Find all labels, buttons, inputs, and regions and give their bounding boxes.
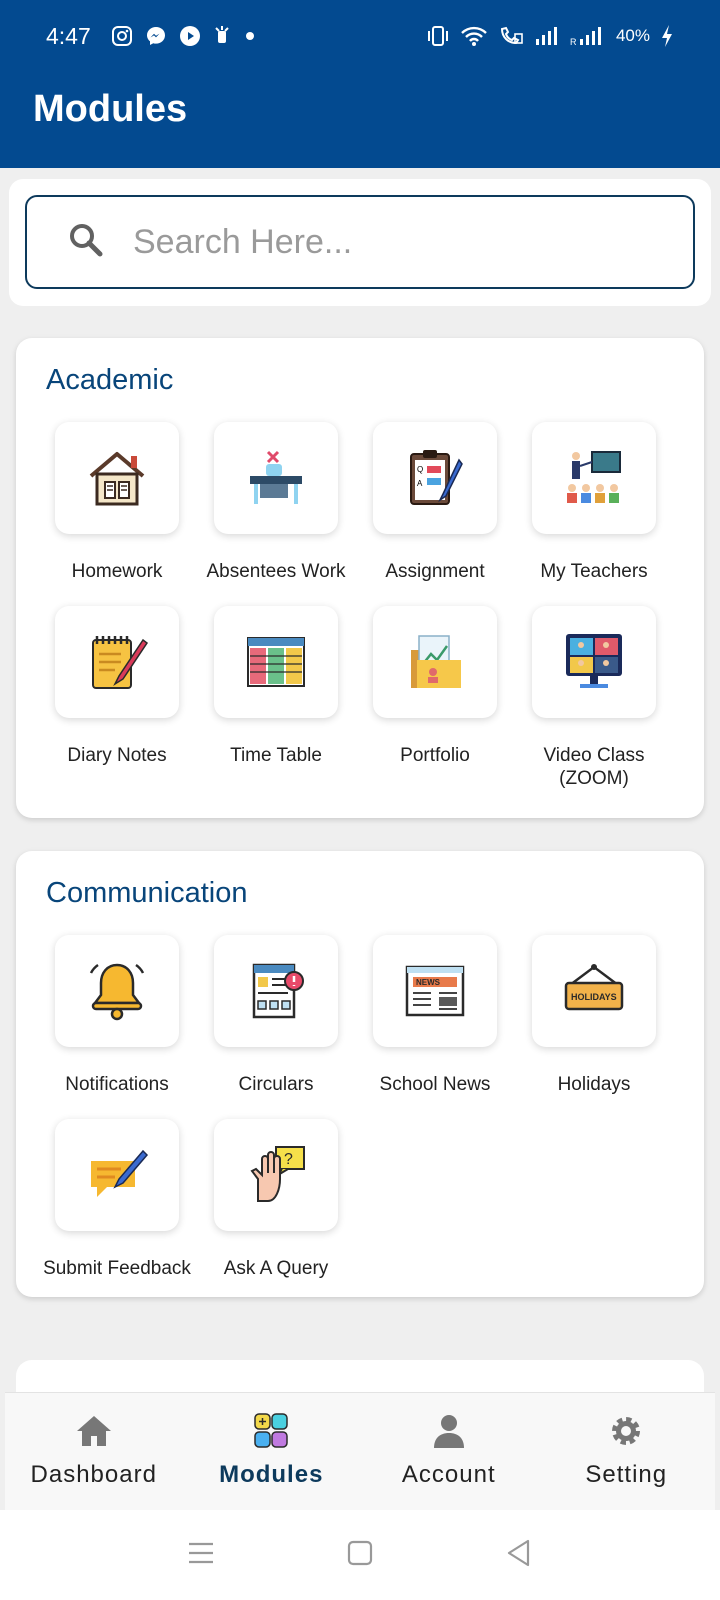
module-label: Portfolio (400, 745, 470, 766)
module-label: Notifications (65, 1074, 169, 1095)
status-bar: 4:47 R 40% (0, 18, 720, 54)
search-input[interactable] (133, 222, 613, 262)
section-academic: Academic Homework Absentees Work QA Assi… (16, 338, 704, 818)
svg-text:NEWS: NEWS (416, 978, 441, 987)
app-header: 4:47 R 40% Modules (0, 0, 720, 168)
teacher-class-icon (567, 451, 621, 503)
module-label: Homework (71, 561, 163, 582)
video-call-icon (566, 634, 622, 688)
module-time-table[interactable]: Time Table (195, 606, 357, 767)
search-icon (67, 221, 105, 264)
module-homework[interactable]: Homework (36, 422, 198, 583)
module-video-class[interactable]: Video Class (ZOOM) (513, 606, 675, 790)
nav-setting[interactable]: Setting (538, 1393, 716, 1510)
module-label: Absentees Work (206, 561, 346, 582)
signal-icon (534, 25, 560, 47)
module-label: Assignment (385, 561, 485, 582)
battery-level: 40% (615, 26, 650, 45)
module-label: Ask A Query (223, 1258, 329, 1279)
module-absentees-work[interactable]: Absentees Work (195, 422, 357, 583)
module-label: Submit Feedback (43, 1258, 191, 1279)
svg-text:R: R (570, 37, 577, 47)
house-book-icon (89, 452, 145, 506)
module-label: Diary Notes (67, 745, 167, 766)
svg-text:A: A (417, 479, 423, 488)
module-diary-notes[interactable]: Diary Notes (36, 606, 198, 767)
module-holidays[interactable]: HOLIDAYS Holidays (513, 935, 675, 1096)
module-school-news[interactable]: NEWS School News (354, 935, 516, 1096)
vibrate-icon (426, 25, 450, 47)
module-submit-feedback[interactable]: Submit Feedback (36, 1119, 198, 1280)
section-title-academic: Academic (46, 364, 174, 396)
module-label: My Teachers (540, 561, 648, 582)
nav-label: Account (401, 1461, 496, 1488)
back-icon[interactable] (504, 1538, 534, 1573)
nav-label: Setting (585, 1461, 668, 1488)
gear-icon (612, 1417, 641, 1445)
circular-doc-icon (252, 963, 304, 1019)
nav-label: Modules (219, 1461, 324, 1488)
module-notifications[interactable]: Notifications (36, 935, 198, 1096)
timetable-icon (247, 637, 305, 687)
charging-icon (660, 24, 674, 48)
bottom-nav: Dashboard Modules Account Setting (5, 1392, 715, 1510)
modules-grid-icon (254, 1413, 288, 1448)
nav-label: Dashboard (30, 1461, 157, 1488)
search-box[interactable] (25, 195, 695, 289)
module-label: Video Class (ZOOM) (543, 745, 645, 789)
module-assignment[interactable]: QA Assignment (354, 422, 516, 583)
section-title-communication: Communication (46, 877, 248, 909)
dot-icon (243, 29, 257, 43)
play-icon (179, 25, 201, 47)
home-square-icon[interactable] (346, 1539, 374, 1572)
messenger-icon (145, 25, 167, 47)
bell-icon (89, 963, 145, 1021)
holidays-sign-icon: HOLIDAYS (564, 964, 624, 1011)
newspaper-icon: NEWS (405, 965, 465, 1017)
instagram-icon (111, 25, 133, 47)
search-card (9, 179, 711, 306)
module-circulars[interactable]: Circulars (195, 935, 357, 1096)
person-icon (433, 1415, 464, 1448)
hand-question-icon: ? (250, 1146, 305, 1202)
wifi-icon (460, 25, 488, 47)
nav-account[interactable]: Account (360, 1393, 538, 1510)
empty-desk-icon (250, 450, 302, 504)
portfolio-folder-icon (411, 635, 461, 688)
signal-roaming-icon: R (570, 25, 606, 47)
status-time: 4:47 (46, 22, 91, 49)
svg-text:Q: Q (417, 465, 423, 474)
module-label: Time Table (230, 745, 322, 766)
module-label: Holidays (557, 1074, 631, 1095)
module-portfolio[interactable]: Portfolio (354, 606, 516, 767)
nav-modules[interactable]: Modules (183, 1393, 361, 1510)
module-ask-a-query[interactable]: ? Ask A Query (195, 1119, 357, 1280)
menu-icon[interactable] (186, 1540, 216, 1571)
nav-dashboard[interactable]: Dashboard (5, 1393, 183, 1510)
section-communication: Communication Notifications Circulars NE… (16, 851, 704, 1297)
feedback-icon (91, 1149, 149, 1197)
module-label: School News (379, 1074, 491, 1095)
wifi-call-icon (498, 25, 524, 47)
svg-text:?: ? (284, 1151, 293, 1168)
module-my-teachers[interactable]: My Teachers (513, 422, 675, 583)
module-label: Circulars (238, 1074, 314, 1095)
home-icon (76, 1416, 111, 1446)
notification-icon (213, 25, 231, 47)
svg-text:HOLIDAYS: HOLIDAYS (571, 992, 617, 1002)
system-nav-bar (0, 1510, 720, 1600)
clipboard-pen-icon: QA (410, 450, 463, 505)
notepad-pen-icon (92, 636, 149, 689)
page-title: Modules (33, 88, 188, 130)
